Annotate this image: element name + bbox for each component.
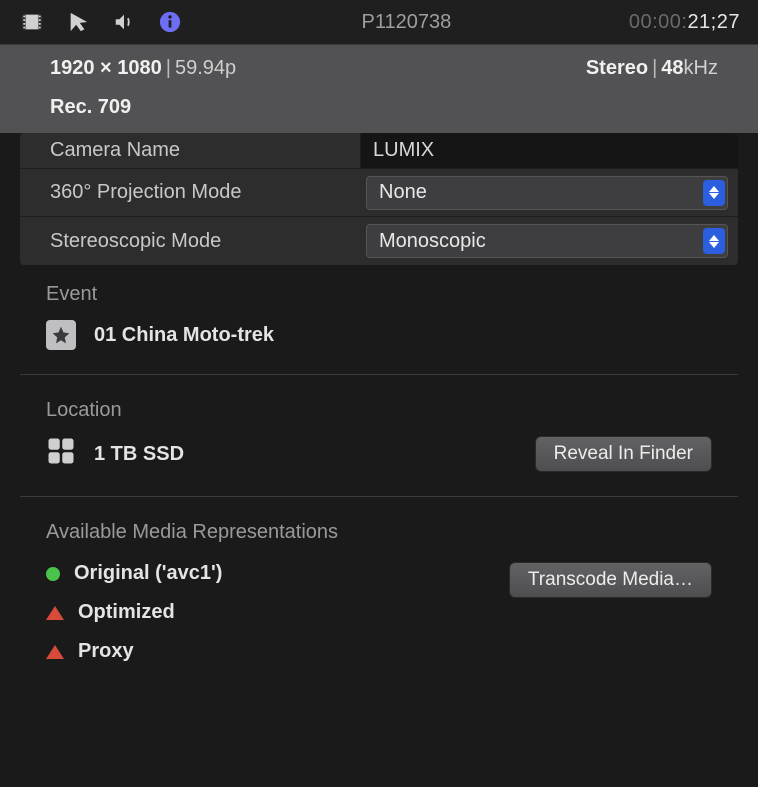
dropdown-arrows-icon	[703, 180, 725, 206]
event-section: Event 01 China Moto-trek	[0, 265, 758, 368]
film-icon[interactable]	[18, 9, 46, 35]
meta-audio: Stereo|48kHz	[586, 57, 718, 80]
projection-row: 360° Projection Mode None	[20, 169, 738, 217]
amr-optimized-label: Optimized	[78, 601, 175, 624]
frame-rate: 59.94p	[175, 57, 236, 79]
camera-name-value[interactable]: LUMIX	[360, 133, 738, 168]
divider	[20, 496, 738, 497]
meta-video: 1920 × 1080|59.94p	[50, 57, 236, 80]
audio-rate: 48	[661, 57, 683, 79]
amr-original-label: Original ('avc1')	[74, 562, 222, 585]
transcode-media-button[interactable]: Transcode Media…	[509, 562, 712, 598]
volume-icon[interactable]	[110, 9, 138, 35]
projection-value: None	[379, 181, 427, 204]
camera-name-label: Camera Name	[20, 139, 360, 162]
event-label: Event	[46, 283, 712, 306]
clip-title: P1120738	[184, 11, 629, 34]
divider	[20, 374, 738, 375]
location-name: 1 TB SSD	[94, 443, 184, 466]
amr-original: Original ('avc1')	[46, 562, 222, 585]
camera-name-row: Camera Name LUMIX	[20, 133, 738, 169]
event-name: 01 China Moto-trek	[94, 324, 274, 347]
audio-channels: Stereo	[586, 57, 648, 79]
location-label: Location	[46, 399, 712, 422]
stereoscopic-row: Stereoscopic Mode Monoscopic	[20, 217, 738, 265]
stereoscopic-value: Monoscopic	[379, 230, 486, 253]
resolution: 1920 × 1080	[50, 57, 162, 79]
location-item: 1 TB SSD Reveal In Finder	[46, 436, 712, 472]
timecode-dim: 00:00:	[629, 11, 688, 33]
stereoscopic-dropdown[interactable]: Monoscopic	[366, 224, 728, 258]
status-warning-icon	[46, 606, 64, 620]
color-space: Rec. 709	[50, 96, 131, 118]
event-item: 01 China Moto-trek	[46, 320, 712, 350]
timecode-active: 21;27	[687, 11, 740, 33]
meta-row-1: 1920 × 1080|59.94p Stereo|48kHz	[0, 45, 758, 88]
location-section: Location 1 TB SSD Reveal In Finder	[0, 381, 758, 490]
status-warning-icon	[46, 645, 64, 659]
amr-label: Available Media Representations	[46, 521, 712, 544]
amr-proxy-label: Proxy	[78, 640, 134, 663]
reveal-in-finder-button[interactable]: Reveal In Finder	[535, 436, 712, 472]
event-star-icon	[46, 320, 76, 350]
dropdown-arrows-icon	[703, 228, 725, 254]
clip-meta-block: 1920 × 1080|59.94p Stereo|48kHz Rec. 709	[0, 44, 758, 133]
info-icon[interactable]	[156, 9, 184, 35]
cursor-icon[interactable]	[64, 9, 92, 35]
stereoscopic-label: Stereoscopic Mode	[20, 230, 360, 253]
property-table: Camera Name LUMIX 360° Projection Mode N…	[20, 133, 738, 265]
volumes-icon	[46, 436, 76, 472]
projection-dropdown[interactable]: None	[366, 176, 728, 210]
amr-section: Available Media Representations Original…	[0, 503, 758, 697]
amr-proxy: Proxy	[46, 640, 222, 663]
audio-unit: kHz	[684, 57, 718, 79]
timecode: 00:00:21;27	[629, 11, 740, 34]
status-available-icon	[46, 567, 60, 581]
projection-label: 360° Projection Mode	[20, 181, 360, 204]
meta-row-2: Rec. 709	[0, 88, 758, 133]
inspector-toolbar: P1120738 00:00:21;27	[0, 0, 758, 44]
amr-optimized: Optimized	[46, 601, 222, 624]
toolbar-tabs	[18, 9, 184, 35]
